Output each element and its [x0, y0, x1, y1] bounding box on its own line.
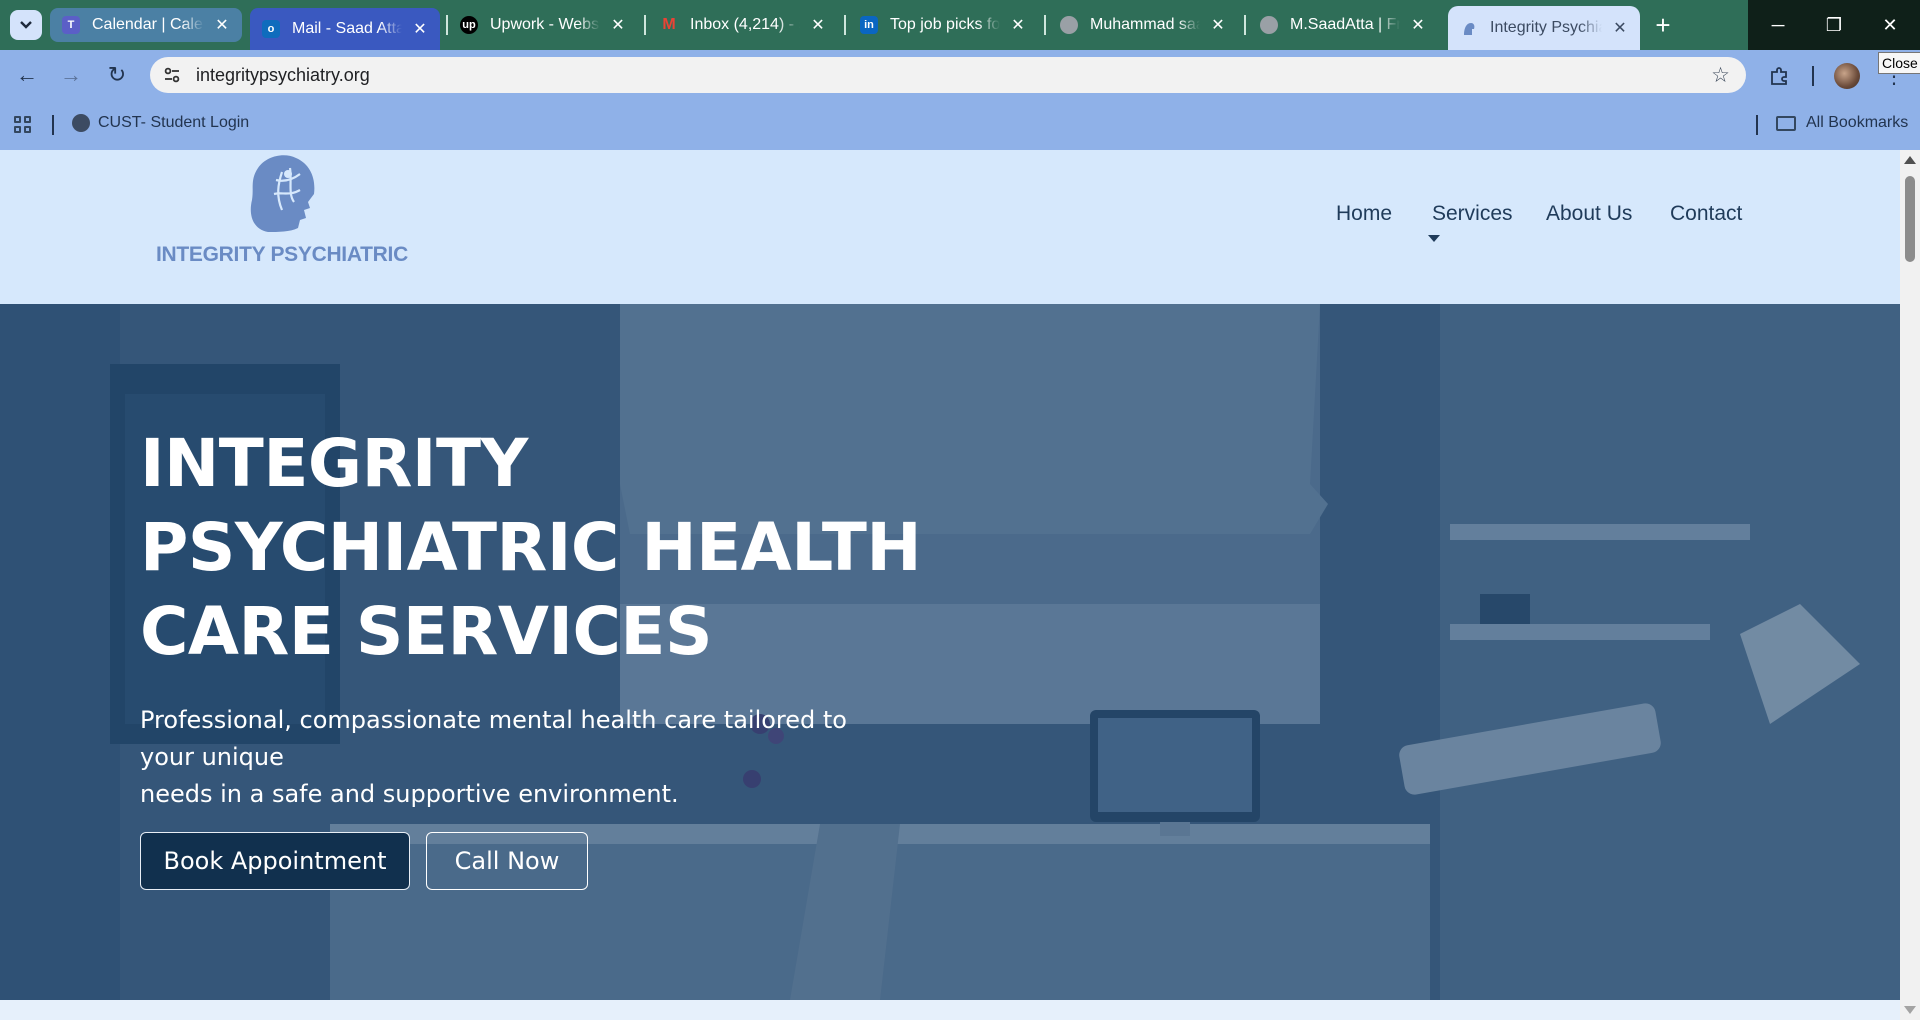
- tune-icon: [164, 67, 180, 83]
- close-tab-icon[interactable]: ✕: [1008, 15, 1028, 35]
- minimize-icon: ─: [1771, 14, 1785, 35]
- hero-title-line: CARE SERVICES: [140, 593, 713, 670]
- restore-icon: ❐: [1825, 14, 1843, 35]
- tab-title: Mail - Saad Atta: [292, 20, 402, 37]
- tab-title: Upwork - Website: [490, 16, 600, 33]
- nav-contact[interactable]: Contact: [1670, 202, 1742, 226]
- close-tab-icon[interactable]: ✕: [1610, 18, 1630, 38]
- linkedin-icon: in: [860, 16, 878, 34]
- tab-strip: T Calendar | Calendar ✕ o Mail - Saad At…: [0, 0, 1920, 50]
- apps-grid-icon[interactable]: [14, 116, 32, 134]
- extensions-button[interactable]: [1766, 62, 1794, 90]
- close-tab-icon[interactable]: ✕: [410, 19, 430, 39]
- hero-subtitle: Professional, compassionate mental healt…: [140, 702, 900, 813]
- tab-integrity-psychiatric[interactable]: Integrity Psychiatric ✕: [1448, 6, 1640, 50]
- teams-icon: T: [62, 16, 80, 34]
- site-logo[interactable]: INTEGRITY PSYCHIATRIC: [150, 150, 408, 280]
- tab-title: Muhammad saad: [1090, 16, 1200, 33]
- reload-icon: ↻: [107, 62, 127, 87]
- toolbar-separator: [1812, 66, 1814, 86]
- tab-mail[interactable]: o Mail - Saad Atta ✕: [250, 8, 440, 50]
- head-silhouette-logo-icon: [250, 155, 315, 232]
- close-icon: ✕: [1882, 14, 1898, 35]
- hero-title-line: INTEGRITY: [140, 425, 528, 502]
- puzzle-icon: [1771, 67, 1787, 85]
- bookmark-label: CUST- Student Login: [98, 114, 250, 131]
- scroll-down-arrow-icon[interactable]: [1904, 1006, 1916, 1014]
- profile-avatar[interactable]: [1834, 63, 1860, 89]
- close-tab-icon[interactable]: ✕: [1208, 15, 1228, 35]
- bookmarks-separator: [52, 115, 54, 135]
- next-section-edge: [0, 1000, 1900, 1020]
- hero-title-line: PSYCHIATRIC HEALTH: [140, 509, 922, 586]
- tab-separator: [1244, 15, 1246, 35]
- tab-separator: [1044, 15, 1046, 35]
- tab-gmail[interactable]: M Inbox (4,214) - saad ✕: [648, 8, 838, 42]
- restore-button[interactable]: ❐: [1806, 0, 1862, 50]
- globe-icon: [1060, 16, 1078, 34]
- hero-title: INTEGRITY PSYCHIATRIC HEALTH CARE SERVIC…: [140, 422, 940, 674]
- globe-icon: [72, 114, 90, 132]
- tab-title: Inbox (4,214) - saad: [690, 16, 800, 33]
- bookmark-cust-student-login[interactable]: CUST- Student Login: [72, 114, 249, 132]
- scrollbar-thumb[interactable]: [1905, 176, 1915, 262]
- globe-icon: [1260, 16, 1278, 34]
- nav-home[interactable]: Home: [1336, 202, 1392, 226]
- tab-linkedin[interactable]: in Top job picks for you ✕: [848, 8, 1038, 42]
- close-tab-icon[interactable]: ✕: [1408, 15, 1428, 35]
- new-tab-button[interactable]: +: [1648, 10, 1678, 40]
- logo-text: INTEGRITY PSYCHIATRIC: [156, 243, 408, 266]
- arrow-right-icon: →: [60, 62, 82, 87]
- back-button[interactable]: ←: [12, 60, 42, 90]
- bookmark-star-icon[interactable]: ☆: [1711, 63, 1730, 88]
- close-window-button[interactable]: ✕: [1862, 0, 1918, 50]
- url-text[interactable]: integritypsychiatry.org: [196, 65, 370, 86]
- minimize-button[interactable]: ─: [1750, 0, 1806, 50]
- all-bookmarks-label: All Bookmarks: [1806, 114, 1909, 131]
- chevron-down-icon: [20, 21, 32, 29]
- browser-toolbar: ← → ↻ integritypsychiatry.org ☆ ⋮: [0, 50, 1920, 100]
- tab-saadatta[interactable]: M.SaadAtta | Front ✕: [1248, 8, 1438, 42]
- hero-subtitle-line: Professional, compassionate mental healt…: [140, 706, 847, 771]
- web-page: INTEGRITY PSYCHIATRIC Home Services Abou…: [0, 150, 1900, 1020]
- plus-icon: +: [1655, 9, 1671, 40]
- site-info-button[interactable]: [160, 63, 184, 87]
- arrow-left-icon: ←: [16, 62, 38, 87]
- tab-muhammad-saad[interactable]: Muhammad saad ✕: [1048, 8, 1238, 42]
- close-tab-icon[interactable]: ✕: [808, 15, 828, 35]
- close-tab-icon[interactable]: ✕: [212, 15, 232, 35]
- tab-separator: [844, 15, 846, 35]
- tab-search-button[interactable]: [10, 10, 42, 40]
- all-bookmarks-button[interactable]: All Bookmarks: [1776, 114, 1908, 132]
- hero-section: INTEGRITY PSYCHIATRIC HEALTH CARE SERVIC…: [0, 304, 1900, 1000]
- tab-title: M.SaadAtta | Front: [1290, 16, 1400, 33]
- scroll-up-arrow-icon[interactable]: [1904, 156, 1916, 164]
- address-bar[interactable]: integritypsychiatry.org ☆: [150, 57, 1746, 93]
- tab-separator: [644, 15, 646, 35]
- bookmarks-separator: [1756, 115, 1758, 135]
- tab-title: Calendar | Calendar: [92, 16, 204, 33]
- tab-upwork[interactable]: up Upwork - Website ✕: [448, 8, 638, 42]
- hero-subtitle-line: needs in a safe and supportive environme…: [140, 780, 679, 808]
- site-logo-icon: [1460, 19, 1478, 37]
- gmail-icon: M: [662, 16, 676, 33]
- outlook-icon: o: [262, 20, 280, 38]
- close-tooltip: Close: [1878, 52, 1920, 74]
- forward-button[interactable]: →: [56, 60, 86, 90]
- tab-calendar[interactable]: T Calendar | Calendar ✕: [50, 8, 242, 42]
- book-appointment-button[interactable]: Book Appointment: [140, 832, 410, 890]
- call-now-button[interactable]: Call Now: [426, 832, 588, 890]
- upwork-icon: up: [460, 16, 478, 34]
- bookmarks-bar: CUST- Student Login All Bookmarks: [0, 100, 1920, 150]
- folder-icon: [1776, 115, 1796, 131]
- reload-button[interactable]: ↻: [102, 60, 132, 90]
- close-tab-icon[interactable]: ✕: [608, 15, 628, 35]
- services-dropdown-caret-icon[interactable]: [1428, 235, 1440, 242]
- site-header: INTEGRITY PSYCHIATRIC Home Services Abou…: [0, 150, 1900, 304]
- tab-title: Integrity Psychiatric: [1490, 19, 1602, 36]
- nav-about-us[interactable]: About Us: [1546, 202, 1632, 226]
- page-scrollbar[interactable]: [1900, 150, 1920, 1020]
- nav-services[interactable]: Services: [1432, 202, 1513, 226]
- tab-title: Top job picks for you: [890, 16, 1000, 33]
